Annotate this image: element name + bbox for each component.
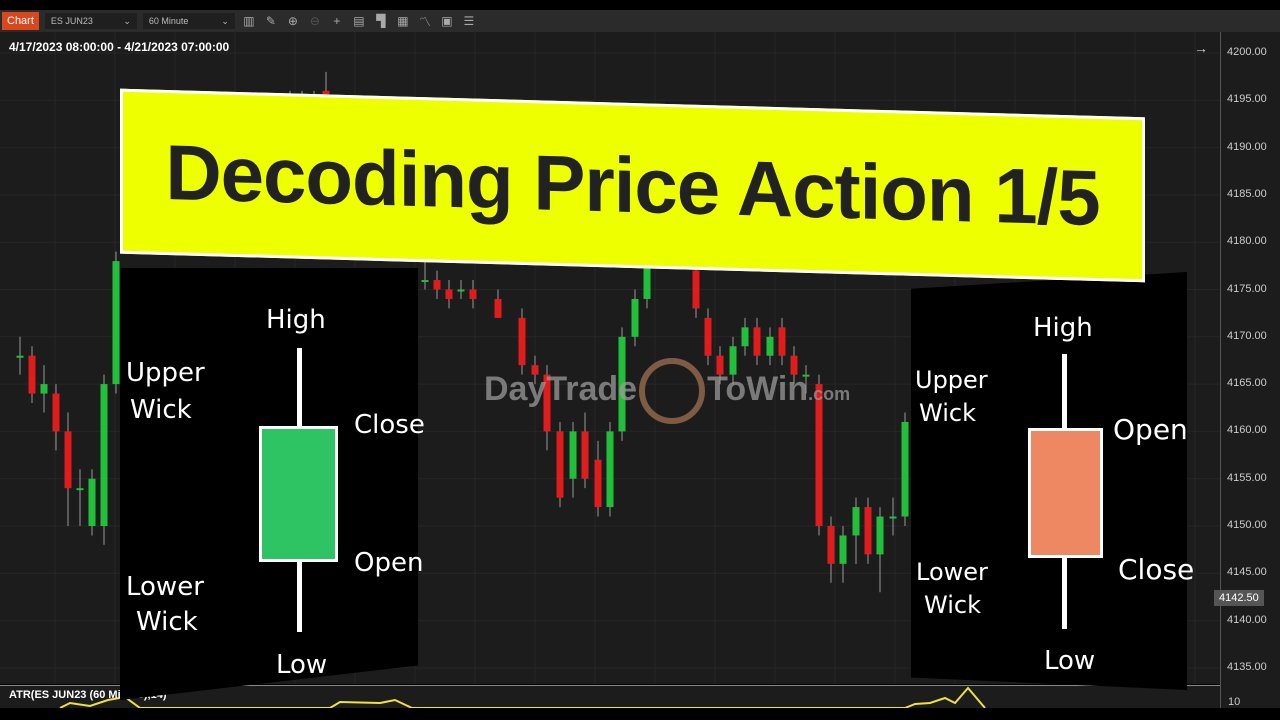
atr-line-path xyxy=(59,686,986,709)
bull-candle-body xyxy=(259,426,338,562)
bear-close-label: Close xyxy=(1118,553,1195,586)
bull-low-label: Low xyxy=(276,650,328,680)
daytradetowin-logo: DayTrade ToWin.com xyxy=(484,358,850,424)
bear-high-label: High xyxy=(1033,313,1093,343)
bull-open-label: Open xyxy=(354,548,424,578)
bear-wick-label: Wick xyxy=(924,591,981,619)
bull-wick-label: Wick xyxy=(130,395,192,425)
bull-lower-label: Lower xyxy=(126,572,204,602)
logo-emblem-icon xyxy=(639,358,706,424)
banner-title: Decoding Price Action 1/5 xyxy=(165,127,1100,243)
atr-tick: 10 xyxy=(1228,696,1241,708)
title-banner: Decoding Price Action 1/5 xyxy=(120,88,1145,283)
bear-candle-body xyxy=(1028,428,1103,558)
bear-wick-label: Wick xyxy=(919,399,976,427)
bull-close-label: Close xyxy=(354,410,425,440)
bear-lower-label: Lower xyxy=(916,558,988,586)
bear-upper-label: Upper xyxy=(915,366,988,394)
bull-high-label: High xyxy=(266,305,326,335)
bottom-bar xyxy=(0,708,1280,720)
bull-upper-label: Upper xyxy=(126,358,205,388)
bear-low-label: Low xyxy=(1044,646,1096,676)
bear-open-label: Open xyxy=(1113,413,1188,446)
bull-wick-label: Wick xyxy=(136,607,198,637)
